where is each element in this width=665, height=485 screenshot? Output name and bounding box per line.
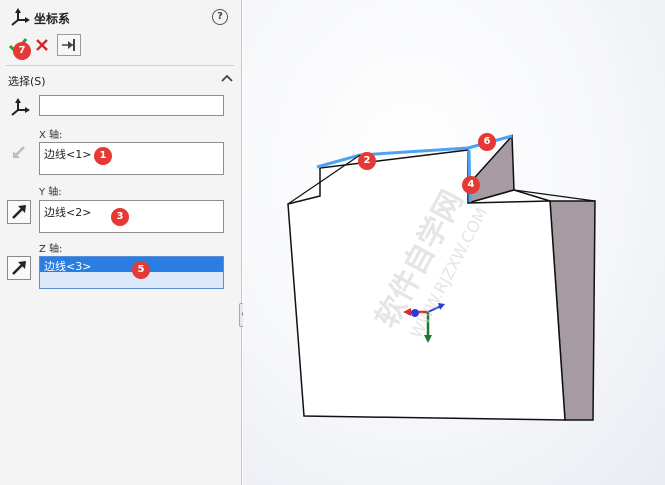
badge-5: 5 — [132, 261, 150, 279]
cancel-x-icon[interactable] — [34, 37, 54, 57]
badge-4: 4 — [462, 176, 480, 194]
badge-6: 6 — [478, 133, 496, 151]
property-manager-panel: 坐标系 ? 7 选择(S) X 轴: 边线<1> 1 Y 轴: 边线<2> 3 … — [0, 0, 242, 485]
divider — [6, 65, 234, 66]
reverse-direction-icon — [12, 205, 26, 219]
x-axis-field[interactable]: 边线<1> — [39, 142, 224, 175]
y-reverse-direction-button[interactable] — [7, 200, 31, 224]
coordinate-system-icon — [11, 8, 30, 26]
y-axis-value: 边线<2> — [44, 206, 92, 219]
badge-1: 1 — [94, 147, 112, 165]
x-axis-value: 边线<1> — [44, 148, 92, 161]
y-axis-label: Y 轴: — [39, 187, 62, 198]
chevron-up-icon[interactable] — [220, 71, 234, 85]
origin-field[interactable] — [39, 95, 224, 116]
z-axis-label: Z 轴: — [39, 244, 63, 255]
panel-title: 坐标系 — [34, 12, 71, 26]
pin-button[interactable] — [57, 34, 81, 56]
origin-icon — [11, 98, 30, 116]
pin-icon — [62, 39, 75, 51]
badge-3: 3 — [111, 208, 129, 226]
reverse-direction-icon — [13, 146, 25, 158]
z-reverse-direction-button[interactable] — [7, 256, 31, 280]
model-view: 软件自学网 WWW.RJZXW.COM — [287, 134, 596, 421]
y-axis-field[interactable]: 边线<2> — [39, 200, 224, 233]
graphics-viewport[interactable]: 软件自学网 WWW.RJZXW.COM 2 4 6 — [243, 0, 665, 485]
reverse-direction-icon — [12, 261, 26, 275]
section-title: 选择(S) — [8, 75, 46, 88]
help-icon[interactable]: ? — [212, 9, 228, 25]
badge-7: 7 — [13, 42, 31, 60]
x-axis-label: X 轴: — [39, 130, 63, 141]
badge-2: 2 — [358, 152, 376, 170]
model-front-face[interactable] — [287, 149, 566, 421]
